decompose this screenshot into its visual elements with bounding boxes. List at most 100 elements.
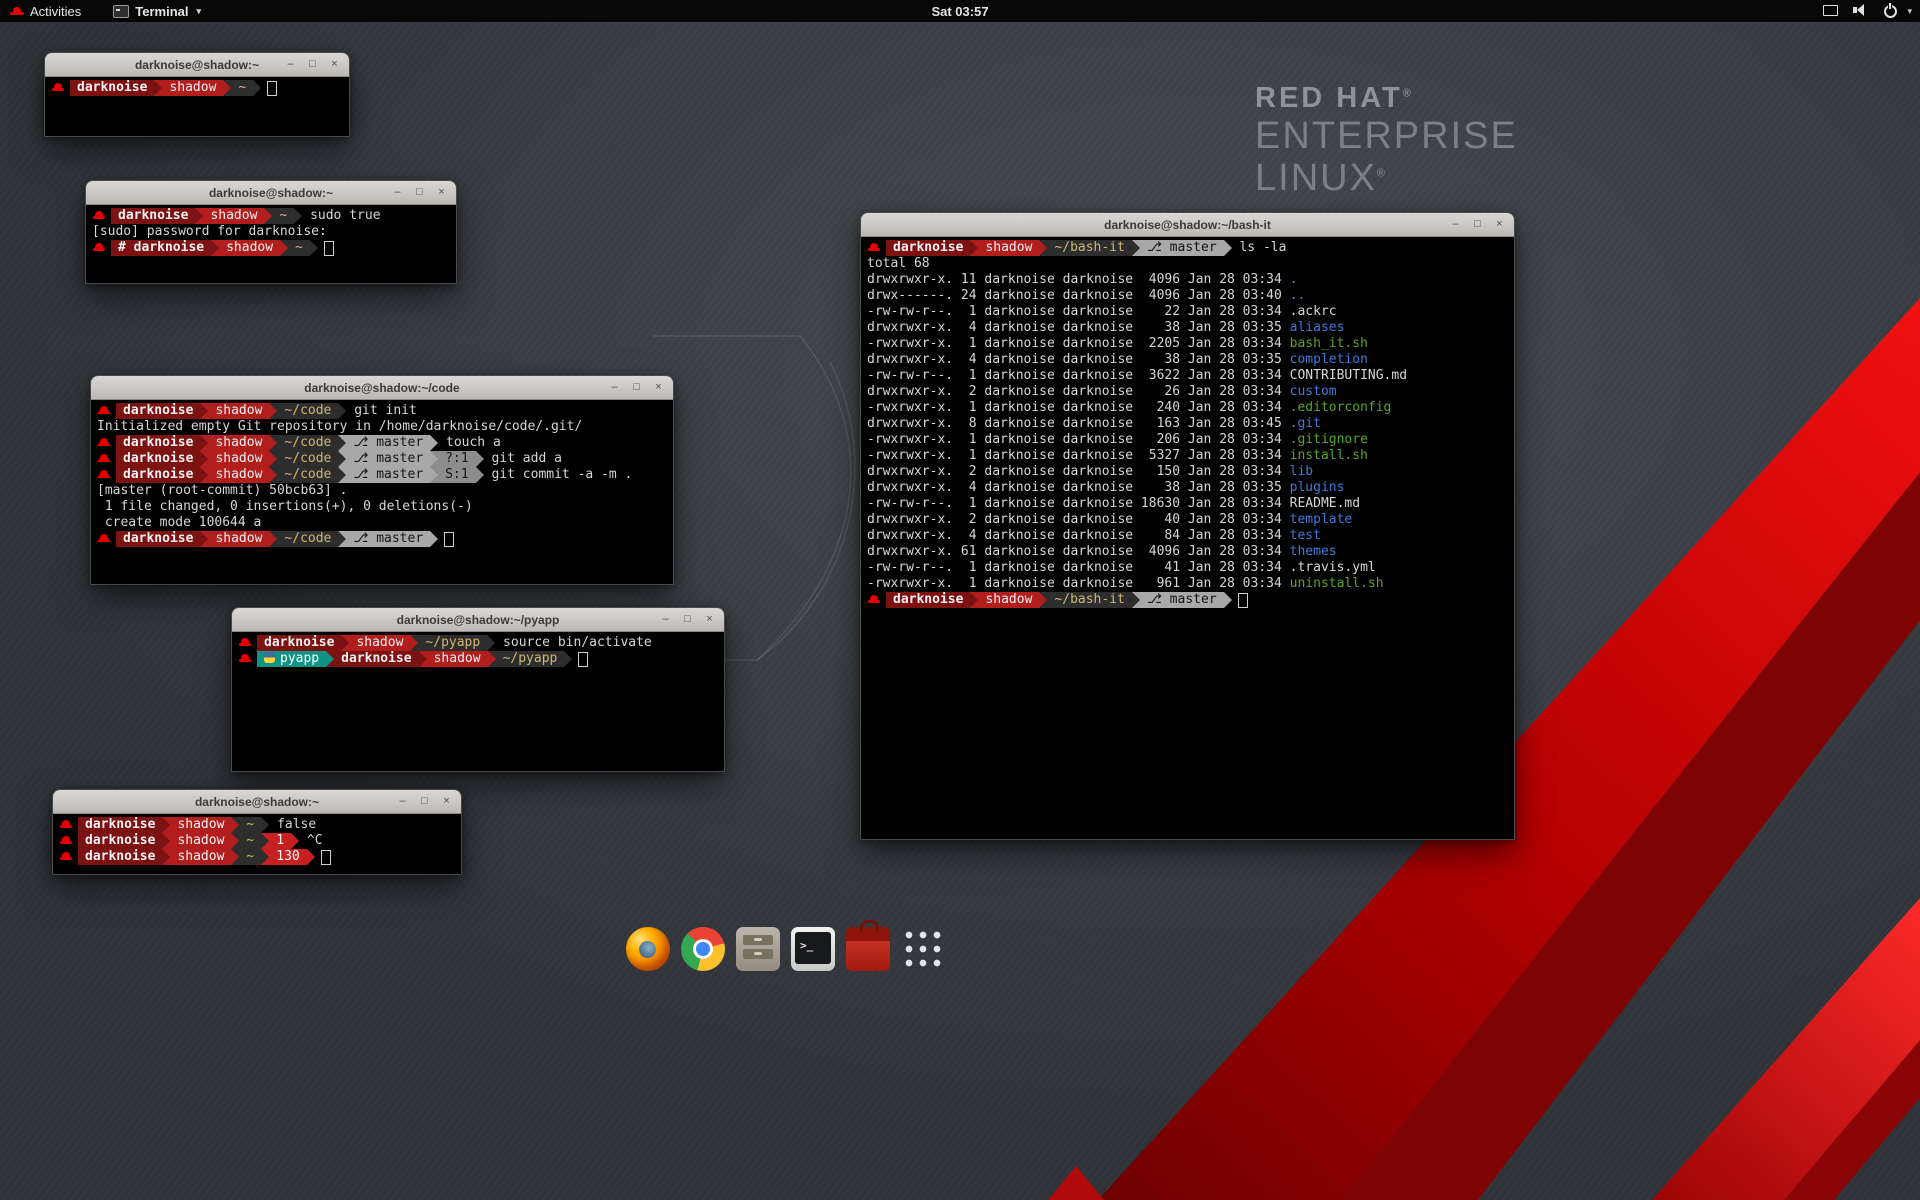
minimize-button[interactable]: – bbox=[660, 609, 671, 630]
terminal-content[interactable]: darknoiseshadow~ bbox=[45, 77, 349, 136]
term-seg-user: darknoise bbox=[116, 403, 200, 419]
redhat-prompt-icon bbox=[98, 533, 110, 544]
powerline-arrow bbox=[1224, 240, 1232, 256]
terminal-content[interactable]: darknoiseshadow~/bash-it⎇ master ls -lat… bbox=[861, 237, 1514, 839]
powerline-arrow bbox=[200, 451, 208, 467]
term-seg-path: ~ bbox=[239, 817, 261, 833]
term-seg-out: Initialized empty Git repository in /hom… bbox=[97, 419, 582, 434]
system-status-area[interactable]: ▾ bbox=[1815, 2, 1920, 21]
powerline-arrow bbox=[264, 208, 272, 224]
term-seg-dir: . bbox=[1290, 272, 1298, 287]
term-seg-host: shadow bbox=[170, 817, 231, 833]
term-seg-host: shadow bbox=[170, 833, 231, 849]
volume-icon[interactable] bbox=[1851, 2, 1869, 18]
terminal-window-bash-it[interactable]: darknoise@shadow:~/bash-it – □ × darknoi… bbox=[860, 212, 1515, 840]
maximize-button[interactable]: □ bbox=[682, 609, 693, 630]
minimize-button[interactable]: – bbox=[609, 377, 620, 398]
terminal-content[interactable]: darknoise shadow ~/code git initInitialize… bbox=[91, 400, 673, 584]
term-seg-gitstat: S:1 bbox=[438, 467, 475, 483]
clock[interactable]: Sat 03:57 bbox=[0, 4, 1920, 19]
screen-icon[interactable] bbox=[1821, 2, 1839, 18]
term-seg-host: shadow bbox=[349, 635, 410, 651]
term-seg-path: ~/pyapp bbox=[418, 635, 487, 651]
term-seg-user: darknoise bbox=[334, 651, 418, 667]
term-seg-host: shadow bbox=[208, 403, 269, 419]
maximize-button[interactable]: □ bbox=[1472, 214, 1483, 235]
chrome-icon[interactable] bbox=[681, 927, 725, 971]
close-button[interactable]: × bbox=[329, 54, 340, 75]
minimize-button[interactable]: – bbox=[285, 54, 296, 75]
minimize-button[interactable]: – bbox=[392, 182, 403, 203]
terminal-icon[interactable]: >_ bbox=[791, 927, 835, 971]
chevron-down-icon: ▾ bbox=[1907, 6, 1912, 17]
terminal-cursor bbox=[321, 850, 331, 865]
powerline-arrow bbox=[338, 467, 346, 483]
term-seg-exe: uninstall.sh bbox=[1290, 576, 1384, 591]
powerline-arrow bbox=[200, 403, 208, 419]
powerline-arrow bbox=[326, 651, 334, 667]
terminal-window-code[interactable]: darknoise@shadow:~/code – □ × darknoise s… bbox=[90, 375, 674, 585]
powerline-arrow bbox=[970, 592, 978, 608]
terminal-window-home-small[interactable]: darknoise@shadow:~ – □ × darknoiseshadow… bbox=[44, 52, 350, 137]
files-icon[interactable] bbox=[736, 927, 780, 971]
term-seg-out: -rwxrwxr-x. 1 darknoise darknoise 240 Ja… bbox=[867, 400, 1290, 415]
term-seg-out: [sudo] password for darknoise: bbox=[92, 224, 335, 239]
powerline-arrow bbox=[162, 849, 170, 865]
maximize-button[interactable]: □ bbox=[307, 54, 318, 75]
app-grid-icon[interactable] bbox=[901, 927, 945, 971]
powerline-arrow bbox=[261, 849, 269, 865]
term-seg-dir: .. bbox=[1290, 288, 1306, 303]
toolbox-icon[interactable] bbox=[846, 927, 890, 971]
power-icon[interactable] bbox=[1881, 2, 1899, 18]
powerline-arrow bbox=[200, 531, 208, 547]
redhat-prompt-icon bbox=[98, 469, 110, 480]
maximize-button[interactable]: □ bbox=[419, 791, 430, 812]
terminal-window-pyapp[interactable]: darknoise@shadow:~/pyapp – □ × darknoise… bbox=[231, 607, 725, 772]
term-seg-path: ~ bbox=[288, 240, 310, 256]
minimize-button[interactable]: – bbox=[397, 791, 408, 812]
close-button[interactable]: × bbox=[441, 791, 452, 812]
powerline-arrow bbox=[1132, 240, 1140, 256]
close-button[interactable]: × bbox=[436, 182, 447, 203]
titlebar[interactable]: darknoise@shadow:~ – □ × bbox=[45, 53, 349, 77]
activities-button[interactable]: Activities bbox=[0, 4, 91, 19]
term-seg-out: create mode 100644 a bbox=[97, 515, 261, 530]
titlebar[interactable]: darknoise@shadow:~/bash-it – □ × bbox=[861, 213, 1514, 237]
minimize-button[interactable]: – bbox=[1450, 214, 1461, 235]
term-seg-host: shadow bbox=[203, 208, 264, 224]
titlebar[interactable]: darknoise@shadow:~/pyapp – □ × bbox=[232, 608, 724, 632]
maximize-button[interactable]: □ bbox=[631, 377, 642, 398]
term-seg-path: ~/code bbox=[277, 451, 338, 467]
term-seg-out: drwxrwxr-x. 2 darknoise darknoise 26 Jan… bbox=[867, 384, 1290, 399]
terminal-content[interactable]: darknoiseshadow ~/pyapp source bin/activa… bbox=[232, 632, 724, 771]
term-seg-out: -rwxrwxr-x. 1 darknoise darknoise 5327 J… bbox=[867, 448, 1290, 463]
titlebar[interactable]: darknoise@shadow:~ – □ × bbox=[86, 181, 456, 205]
app-menu-terminal[interactable]: Terminal ▾ bbox=[113, 4, 201, 19]
term-seg-user: darknoise bbox=[78, 833, 162, 849]
close-button[interactable]: × bbox=[704, 609, 715, 630]
terminal-window-sudo[interactable]: darknoise@shadow:~ – □ × darknoiseshadow… bbox=[85, 180, 457, 284]
redhat-prompt-icon bbox=[239, 653, 251, 664]
term-seg-plain: git init bbox=[346, 403, 416, 418]
term-seg-out: -rw-rw-r--. 1 darknoise darknoise 41 Jan… bbox=[867, 560, 1290, 575]
powerline-arrow bbox=[211, 240, 219, 256]
term-seg-plain: source bin/activate bbox=[495, 635, 652, 650]
close-button[interactable]: × bbox=[1494, 214, 1505, 235]
term-seg-out: -rw-rw-r--. 1 darknoise darknoise 22 Jan… bbox=[867, 304, 1290, 319]
titlebar[interactable]: darknoise@shadow:~/code – □ × bbox=[91, 376, 673, 400]
firefox-icon[interactable] bbox=[626, 927, 670, 971]
registered-mark: ® bbox=[1403, 87, 1414, 99]
term-seg-user: darknoise bbox=[78, 817, 162, 833]
redhat-prompt-icon bbox=[98, 453, 110, 464]
term-seg-path: ~ bbox=[239, 833, 261, 849]
terminal-content[interactable]: darknoiseshadow~ falsedarknoiseshadow~1 … bbox=[53, 814, 461, 874]
powerline-arrow bbox=[430, 435, 438, 451]
redhat-prompt-icon bbox=[98, 437, 110, 448]
terminal-content[interactable]: darknoiseshadow~ sudo true[sudo] passwor… bbox=[86, 205, 456, 283]
python-icon bbox=[264, 652, 275, 663]
titlebar[interactable]: darknoise@shadow:~ – □ × bbox=[53, 790, 461, 814]
terminal-window-exit-codes[interactable]: darknoise@shadow:~ – □ × darknoise shadow… bbox=[52, 789, 462, 875]
term-seg-dir: template bbox=[1290, 512, 1353, 527]
maximize-button[interactable]: □ bbox=[414, 182, 425, 203]
close-button[interactable]: × bbox=[653, 377, 664, 398]
